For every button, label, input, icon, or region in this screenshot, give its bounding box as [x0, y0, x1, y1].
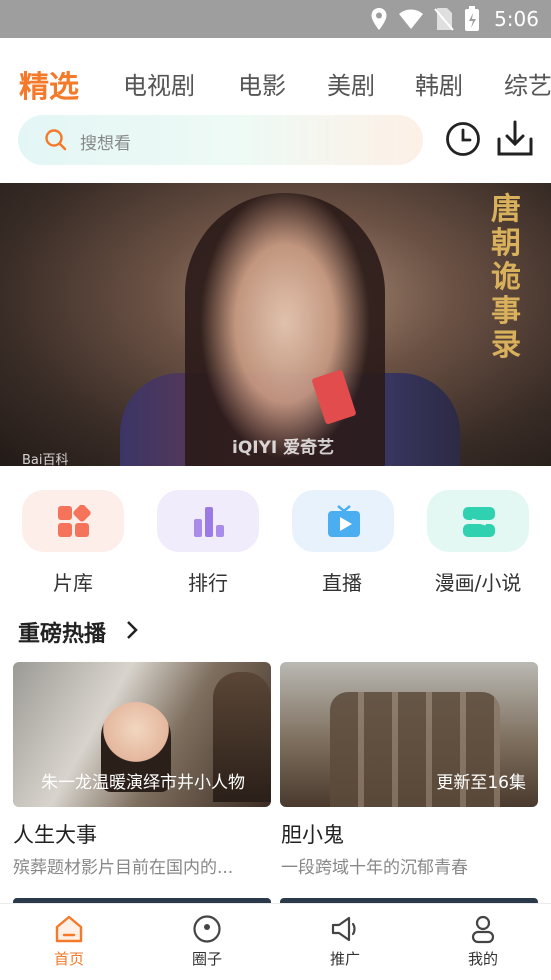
quick-comics-button[interactable]: [427, 490, 529, 552]
user-icon: [471, 915, 495, 944]
wifi-icon: [399, 9, 424, 29]
banner-watermark-baidu: Bai百科: [22, 453, 69, 466]
quick-ranking-label: 排行: [188, 571, 228, 595]
search-bar[interactable]: 搜想看: [18, 115, 423, 165]
status-time: 5:06: [494, 7, 539, 31]
chevron-right-icon[interactable]: [125, 619, 139, 641]
banner-figure: [185, 193, 385, 466]
search-placeholder: 搜想看: [80, 134, 131, 154]
nav-profile[interactable]: 我的: [414, 904, 551, 980]
nav-profile-label: 我的: [467, 950, 498, 968]
card-2-subtitle: 一段跨域十年的沉郁青春: [281, 858, 468, 878]
poster-card-1[interactable]: 朱一龙温暖演绎市井小人物: [13, 662, 271, 807]
circle-icon: [193, 915, 221, 943]
bottom-nav: 首页 圈子 推广 我的: [0, 903, 551, 980]
tab-us-drama[interactable]: 美剧: [327, 66, 375, 101]
card-1-subtitle: 殡葬题材影片目前在国内的...: [13, 858, 234, 878]
quick-live-button[interactable]: [292, 490, 394, 552]
nav-circle[interactable]: 圈子: [138, 904, 276, 980]
quick-ranking-button[interactable]: [157, 490, 259, 552]
card-1-title[interactable]: 人生大事: [13, 819, 97, 849]
nav-home-label: 首页: [53, 950, 84, 968]
bar-chart-icon: [194, 507, 224, 537]
banner-title-art: 唐朝诡事录: [491, 192, 521, 363]
quick-library-label: 片库: [53, 571, 93, 595]
megaphone-icon: [331, 916, 356, 942]
tv-icon: [328, 505, 360, 537]
nav-home[interactable]: 首页: [0, 904, 138, 980]
comic-icon: [463, 507, 495, 537]
tab-featured[interactable]: 精选: [19, 62, 79, 106]
grid-icon: [58, 505, 91, 537]
nav-promote[interactable]: 推广: [276, 904, 414, 980]
hero-banner[interactable]: 唐朝诡事录 iQIYI 爱奇艺 Bai百科: [0, 183, 551, 466]
category-tabs: 精选 电视剧 电影 美剧 韩剧 综艺: [0, 60, 551, 110]
nav-promote-label: 推广: [329, 950, 360, 968]
tab-k-drama[interactable]: 韩剧: [415, 66, 463, 101]
location-icon: [371, 8, 387, 30]
poster-2-caption: 更新至16集: [436, 773, 526, 793]
home-icon: [55, 915, 83, 943]
card-2-title[interactable]: 胆小鬼: [281, 819, 344, 849]
quick-live-label: 直播: [322, 571, 362, 595]
section-title[interactable]: 重磅热播: [18, 616, 106, 648]
quick-library-button[interactable]: [22, 490, 124, 552]
status-bar: 5:06: [0, 0, 551, 38]
download-icon[interactable]: [496, 119, 534, 159]
history-clock-icon[interactable]: [445, 121, 481, 157]
search-icon: [45, 129, 67, 151]
poster-card-2[interactable]: 更新至16集: [280, 662, 538, 807]
no-sim-icon: [434, 8, 454, 31]
poster-1-caption: 朱一龙温暖演绎市井小人物: [41, 773, 245, 793]
quick-comics-label: 漫画/小说: [434, 571, 522, 595]
banner-watermark-iqiyi: iQIYI 爱奇艺: [232, 438, 335, 458]
nav-circle-label: 圈子: [191, 950, 222, 968]
tab-movies[interactable]: 电影: [238, 66, 286, 101]
tab-tv-series[interactable]: 电视剧: [123, 66, 195, 101]
tab-variety[interactable]: 综艺: [504, 66, 551, 101]
battery-icon: [465, 6, 480, 31]
